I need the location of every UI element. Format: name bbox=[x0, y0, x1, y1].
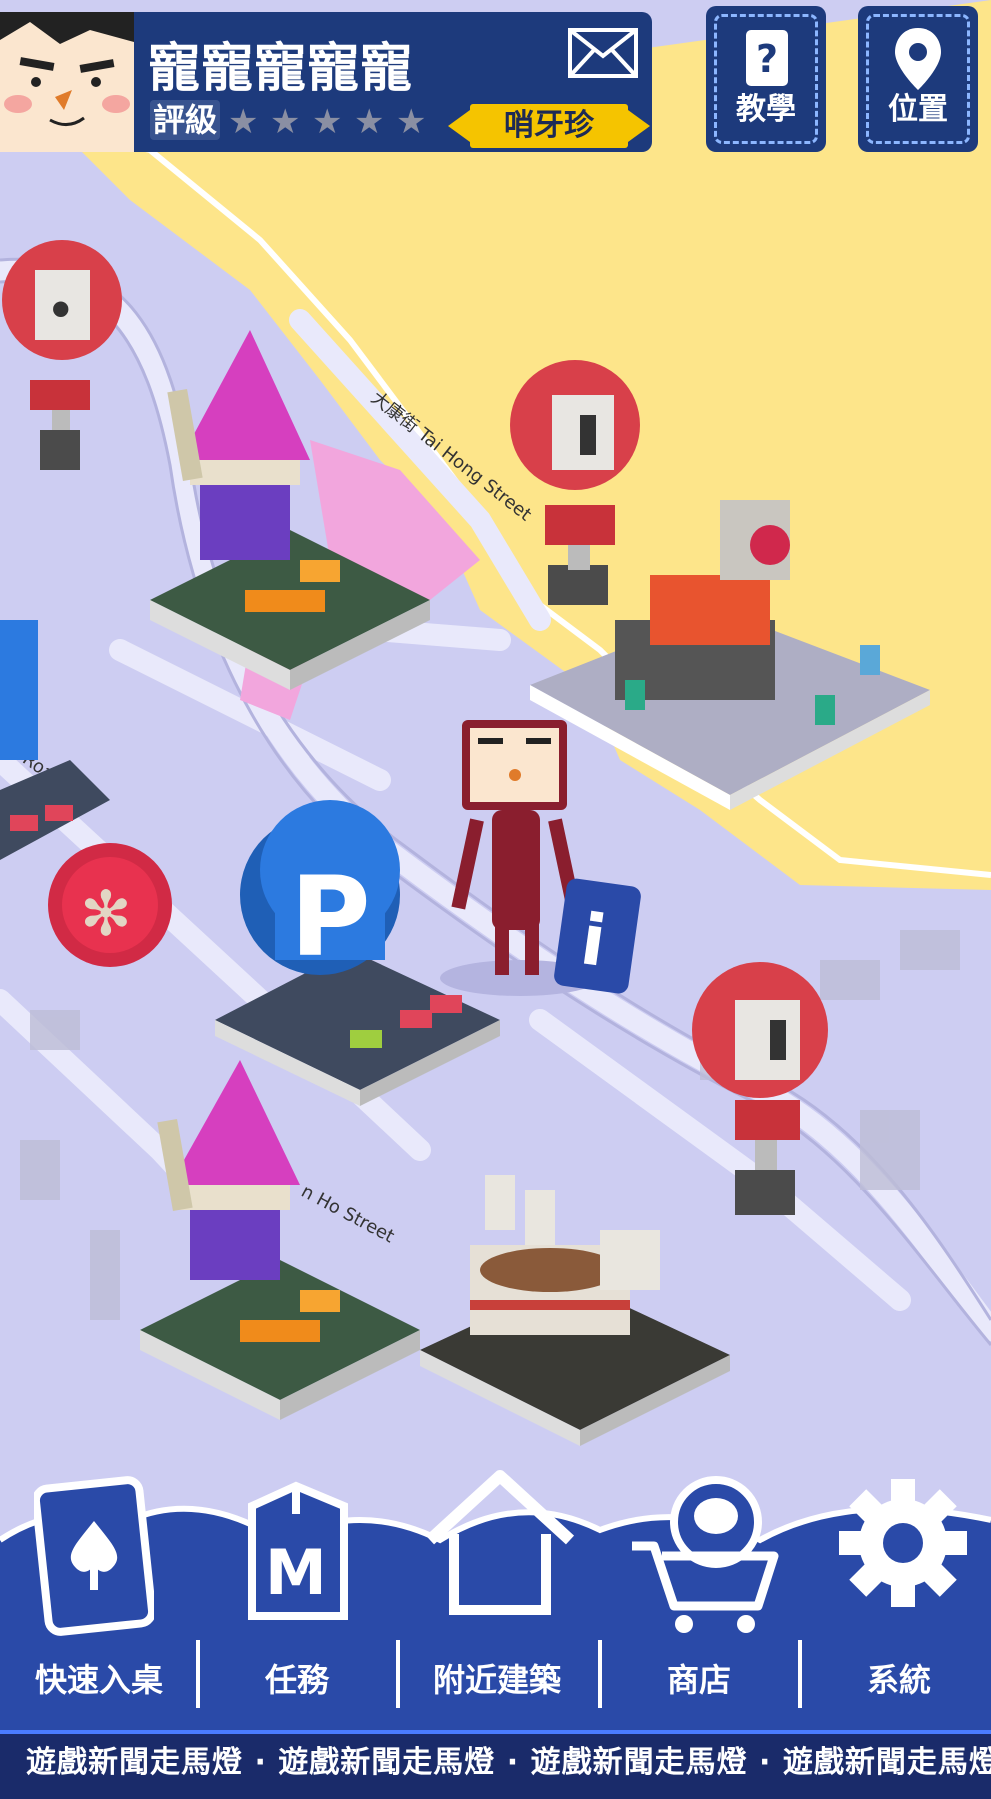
star-icon: ★ bbox=[312, 102, 343, 142]
svg-text:✻: ✻ bbox=[80, 877, 132, 950]
star-icon: ★ bbox=[396, 102, 427, 142]
gear-icon bbox=[839, 1479, 967, 1607]
svg-text:?: ? bbox=[756, 37, 778, 81]
help-card-icon: ? bbox=[746, 30, 788, 86]
nav-shop-label: 商店 bbox=[666, 1661, 731, 1699]
star-icon: ★ bbox=[354, 102, 385, 142]
tutorial-button[interactable]: ? 教學 bbox=[706, 6, 826, 152]
player-profile-card[interactable]: 寵寵寵寵寵 評級 ★ ★ ★ ★ ★ 哨牙珍 bbox=[0, 12, 652, 152]
star-icon: ★ bbox=[228, 102, 259, 142]
nav-shop[interactable]: 商店 bbox=[600, 1470, 798, 1720]
nav-quick-join-label: 快速入桌 bbox=[34, 1661, 163, 1699]
nav-system[interactable]: 系統 bbox=[800, 1470, 991, 1720]
mission-box-icon: M bbox=[248, 1481, 348, 1620]
house-icon bbox=[425, 1470, 575, 1615]
nav-nearby-buildings-label: 附近建築 bbox=[432, 1661, 561, 1699]
spade-card-icon bbox=[34, 1476, 154, 1636]
tutorial-label: 教學 bbox=[736, 92, 796, 127]
location-pin-icon bbox=[895, 28, 941, 90]
location-button[interactable]: 位置 bbox=[858, 6, 978, 152]
nav-nearby-buildings[interactable]: 附近建築 bbox=[398, 1470, 596, 1720]
mail-icon[interactable] bbox=[568, 28, 638, 78]
nav-missions[interactable]: M 任務 bbox=[198, 1470, 396, 1720]
rating-label: 評級 bbox=[150, 100, 220, 140]
nav-missions-label: 任務 bbox=[264, 1661, 329, 1699]
info-sign[interactable]: i bbox=[553, 877, 642, 994]
location-label: 位置 bbox=[888, 92, 948, 127]
svg-text:M: M bbox=[265, 1536, 327, 1609]
svg-text:ꔷ: ꔷ bbox=[50, 285, 71, 336]
star-icon: ★ bbox=[270, 102, 301, 142]
player-avatar[interactable] bbox=[0, 12, 134, 152]
svg-text:P: P bbox=[290, 853, 371, 981]
nav-system-label: 系統 bbox=[866, 1661, 931, 1699]
player-title-banner: 哨牙珍 bbox=[448, 104, 650, 148]
player-name: 寵寵寵寵寵 bbox=[148, 39, 414, 99]
news-ticker[interactable]: 遊戲新聞走馬燈 · 遊戲新聞走馬燈 · 遊戲新聞走馬燈 · 遊戲新聞走馬燈 bbox=[0, 1730, 991, 1799]
flower-badge-building[interactable]: ✻ bbox=[48, 843, 172, 967]
news-ticker-text: 遊戲新聞走馬燈 · 遊戲新聞走馬燈 · 遊戲新聞走馬燈 · 遊戲新聞走馬燈 bbox=[26, 1745, 991, 1780]
shopping-cart-icon bbox=[632, 1476, 779, 1633]
nav-quick-join[interactable]: 快速入桌 bbox=[0, 1470, 198, 1720]
